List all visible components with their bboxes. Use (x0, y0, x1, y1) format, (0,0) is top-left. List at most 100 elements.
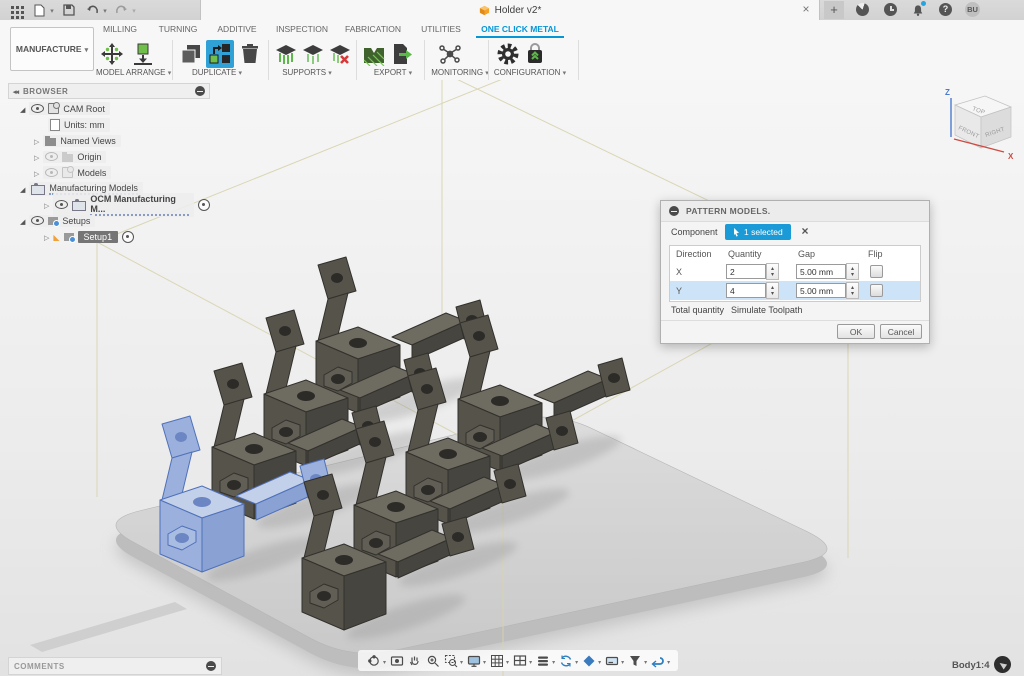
model-arrange-drop-icon[interactable] (131, 42, 155, 66)
export-file-icon[interactable] (390, 42, 414, 66)
tab-turning[interactable]: TURNING (150, 24, 206, 36)
tab-one-click-metal[interactable]: ONE CLICK METAL (474, 24, 566, 36)
isolate-caret-icon[interactable] (599, 656, 601, 666)
look-at-icon[interactable] (389, 653, 404, 668)
save-icon[interactable] (62, 3, 76, 17)
expander-icon[interactable] (20, 104, 25, 114)
view-cube[interactable]: TOP FRONT RIGHT Z X (945, 88, 1014, 161)
browser-header[interactable]: BROWSER (8, 83, 210, 99)
gap-y-spinner[interactable] (846, 282, 859, 299)
job-status-icon[interactable] (884, 3, 897, 16)
orbit-icon[interactable] (366, 653, 381, 668)
filter-caret-icon[interactable] (645, 656, 647, 666)
quantity-x-input[interactable] (726, 264, 766, 279)
document-tab[interactable]: Holder v2* (200, 0, 820, 20)
filter-icon[interactable] (627, 653, 642, 668)
tree-item-origin[interactable]: Origin (34, 149, 106, 164)
cancel-button[interactable]: Cancel (880, 324, 922, 339)
gap-x-spinner[interactable] (846, 263, 859, 280)
tab-utilities[interactable]: UTILITIES (410, 24, 472, 36)
expander-icon[interactable] (44, 232, 49, 242)
undo-icon[interactable] (85, 3, 99, 17)
expander-icon[interactable] (34, 152, 39, 162)
group-label-supports[interactable]: SUPPORTS (278, 68, 336, 77)
pattern-row-y-selected[interactable]: Y (670, 281, 920, 300)
orbit-caret-icon[interactable] (384, 656, 386, 666)
group-label-configuration[interactable]: CONFIGURATION (488, 68, 572, 77)
visibility-eye-icon[interactable] (45, 168, 58, 177)
dialog-grip-icon[interactable] (669, 206, 679, 216)
flip-y-checkbox[interactable] (870, 284, 883, 297)
expander-icon[interactable] (34, 168, 39, 178)
expander-icon[interactable] (34, 136, 39, 146)
expander-icon[interactable] (20, 216, 25, 226)
screen-icon[interactable] (604, 653, 619, 668)
isolate-icon[interactable] (581, 653, 596, 668)
tree-item-setup1[interactable]: Setup1 (44, 229, 134, 244)
expander-icon[interactable] (20, 184, 25, 194)
quantity-y-spinner[interactable] (766, 282, 779, 299)
quantity-y-input[interactable] (726, 283, 766, 298)
tree-item-units[interactable]: Units: mm (48, 117, 110, 132)
collapse-panel-icon[interactable] (13, 87, 18, 96)
tab-fabrication[interactable]: FABRICATION (338, 24, 408, 36)
duplicate-copy-icon[interactable] (179, 42, 203, 66)
help-icon[interactable] (939, 3, 952, 16)
file-icon[interactable] (32, 3, 46, 17)
tree-item-named-views[interactable]: Named Views (34, 133, 121, 148)
group-label-export[interactable]: EXPORT (368, 68, 418, 77)
configuration-gear-icon[interactable] (496, 42, 520, 66)
visibility-eye-icon[interactable] (31, 104, 44, 113)
ok-button[interactable]: OK (837, 324, 875, 339)
redo-icon[interactable] (114, 3, 128, 17)
supports-generate-icon[interactable] (274, 42, 298, 66)
exit-arrow-icon[interactable] (650, 653, 665, 668)
pan-icon[interactable] (407, 653, 422, 668)
zoom-window-icon[interactable] (443, 653, 458, 668)
duplicate-pattern-icon-active[interactable] (206, 40, 234, 68)
exit-arrow-caret-icon[interactable] (668, 656, 670, 666)
expander-icon[interactable] (44, 200, 49, 210)
tree-item-cam-root[interactable]: CAM Root (20, 101, 110, 116)
group-label-model-arrange[interactable]: MODEL ARRANGE (96, 68, 168, 77)
flip-x-checkbox[interactable] (870, 265, 883, 278)
tab-milling[interactable]: MILLING (94, 24, 146, 36)
model-arrange-move-icon[interactable] (100, 42, 124, 66)
extensions-icon[interactable] (856, 3, 869, 16)
clear-selection-icon[interactable] (799, 225, 811, 237)
avatar[interactable]: BU (965, 2, 980, 17)
layers-caret-icon[interactable] (553, 656, 555, 666)
tree-item-ocm-manufacturing-model[interactable]: OCM Manufacturing M... (44, 197, 210, 212)
visibility-eye-icon[interactable] (45, 152, 58, 161)
zoom-window-caret-icon[interactable] (461, 656, 463, 666)
activate-radio-icon[interactable] (122, 231, 134, 243)
supports-delete-icon[interactable] (328, 42, 352, 66)
grid-settings-caret-icon[interactable] (507, 656, 509, 666)
configuration-store-icon[interactable] (523, 42, 547, 66)
layers-icon[interactable] (535, 653, 550, 668)
tree-item-setups[interactable]: Setups (20, 213, 95, 228)
visibility-eye-icon[interactable] (55, 200, 68, 209)
refresh-icon[interactable] (558, 653, 573, 668)
tab-additive[interactable]: ADDITIVE (208, 24, 266, 36)
tree-label-selected[interactable]: Setup1 (78, 231, 119, 243)
feedback-icon[interactable] (994, 656, 1011, 673)
panel-options-icon[interactable] (195, 86, 205, 96)
pattern-row-x[interactable]: X (670, 262, 920, 281)
monitoring-icon[interactable] (438, 42, 462, 66)
duplicate-delete-icon[interactable] (238, 42, 262, 66)
app-grid-icon[interactable] (8, 3, 22, 17)
gap-x-input[interactable] (796, 264, 846, 279)
export-nest-icon[interactable] (362, 42, 386, 66)
group-label-duplicate[interactable]: DUPLICATE (186, 68, 248, 77)
display-settings-icon[interactable] (466, 653, 481, 668)
simulate-toolpath-link[interactable]: Simulate Toolpath (731, 305, 802, 315)
undo-caret-icon[interactable] (98, 3, 112, 17)
display-settings-caret-icon[interactable] (484, 656, 486, 666)
redo-caret-icon[interactable] (127, 3, 141, 17)
screen-caret-icon[interactable] (622, 656, 624, 666)
file-dropdown-caret-icon[interactable] (45, 3, 59, 17)
component-selected-button[interactable]: 1 selected (725, 224, 791, 240)
refresh-caret-icon[interactable] (576, 656, 578, 666)
zoom-icon[interactable] (425, 653, 440, 668)
